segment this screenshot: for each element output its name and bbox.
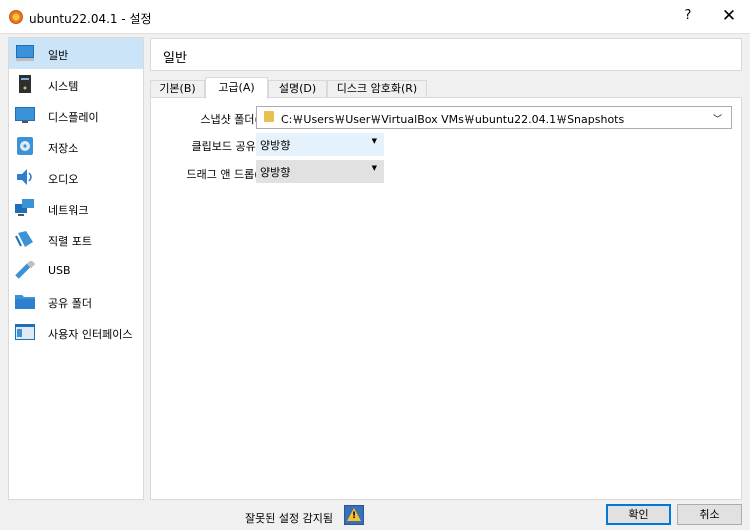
invalid-settings-status: 잘못된 설정 감지됨	[245, 512, 333, 525]
sidebar-item-label: 디스플레이	[48, 111, 99, 124]
page-header: 일반	[150, 38, 742, 71]
cancel-button[interactable]: 취소	[677, 504, 742, 525]
tab-description[interactable]: 설명(D)	[268, 80, 327, 98]
sidebar-item-display[interactable]: 디스플레이	[9, 100, 143, 131]
sidebar-item-label: USB	[48, 264, 71, 277]
usb-icon	[15, 261, 35, 279]
sidebar-item-user-interface[interactable]: 사용자 인터페이스	[9, 317, 143, 348]
sidebar-item-label: 사용자 인터페이스	[48, 328, 133, 341]
dropdown-arrow-icon: ▼	[371, 137, 377, 145]
sidebar-item-label: 공유 폴더	[48, 297, 92, 310]
chevron-down-icon: ﹀	[712, 115, 722, 125]
title-bar: ubuntu22.04.1 - 설정 ? ✕	[0, 0, 750, 34]
virtualbox-app-icon	[9, 10, 23, 24]
sidebar-item-storage[interactable]: 저장소	[9, 131, 143, 162]
display-icon	[15, 107, 35, 123]
exclamation-icon: !	[352, 511, 357, 521]
tab-disk-encryption[interactable]: 디스크 암호화(R)	[327, 80, 427, 98]
network-icon	[15, 199, 34, 216]
sidebar-item-shared-folder[interactable]: 공유 폴더	[9, 286, 143, 317]
sidebar-item-audio[interactable]: 오디오	[9, 162, 143, 193]
sidebar-item-label: 시스템	[48, 80, 79, 93]
dropdown-arrow-icon: ▼	[371, 164, 377, 172]
tab-basic[interactable]: 기본(B)	[150, 80, 205, 98]
sidebar-item-label: 네트워크	[48, 204, 89, 217]
sidebar-item-label: 직렬 포트	[48, 235, 92, 248]
sidebar-item-general[interactable]: 일반	[9, 38, 143, 69]
sidebar-item-usb[interactable]: USB	[9, 255, 143, 286]
ok-button[interactable]: 확인	[606, 504, 671, 525]
snapshot-folder-combo[interactable]: C:￦Users￦User￦VirtualBox VMs￦ubuntu22.04…	[256, 106, 732, 129]
clipboard-select[interactable]: 양방향 ▼	[256, 133, 384, 156]
folder-icon	[264, 111, 274, 122]
audio-icon	[17, 169, 32, 185]
sidebar-item-serial-port[interactable]: 직렬 포트	[9, 224, 143, 255]
warning-icon[interactable]: !	[344, 505, 364, 525]
close-button[interactable]: ✕	[716, 6, 742, 28]
window-title: ubuntu22.04.1 - 설정	[29, 12, 152, 26]
sidebar-item-network[interactable]: 네트워크	[9, 193, 143, 224]
advanced-tab-panel: 스냅샷 폴더(N): C:￦Users￦User￦VirtualBox VMs￦…	[150, 97, 742, 500]
clipboard-value: 양방향	[260, 139, 291, 152]
shared-folder-icon	[15, 295, 35, 309]
drag-drop-value: 양방향	[260, 166, 291, 179]
sidebar-item-system[interactable]: 시스템	[9, 69, 143, 100]
tab-advanced[interactable]: 고급(A)	[205, 77, 268, 99]
page-title: 일반	[163, 51, 187, 66]
user-interface-icon	[15, 324, 35, 340]
storage-icon	[17, 137, 33, 155]
settings-sidebar: 일반 시스템 디스플레이 저장소 오디오 네트워크 직렬 포트 USB 공유 폴…	[8, 37, 144, 500]
system-icon	[19, 75, 31, 93]
snapshot-folder-path: C:￦Users￦User￦VirtualBox VMs￦ubuntu22.04…	[281, 113, 625, 126]
general-icon	[16, 45, 34, 61]
help-button[interactable]: ?	[676, 8, 700, 26]
sidebar-item-label: 저장소	[48, 142, 79, 155]
sidebar-item-label: 오디오	[48, 173, 79, 186]
serial-port-icon	[15, 231, 33, 247]
drag-drop-select[interactable]: 양방향 ▼	[256, 160, 384, 183]
sidebar-item-label: 일반	[48, 49, 69, 62]
